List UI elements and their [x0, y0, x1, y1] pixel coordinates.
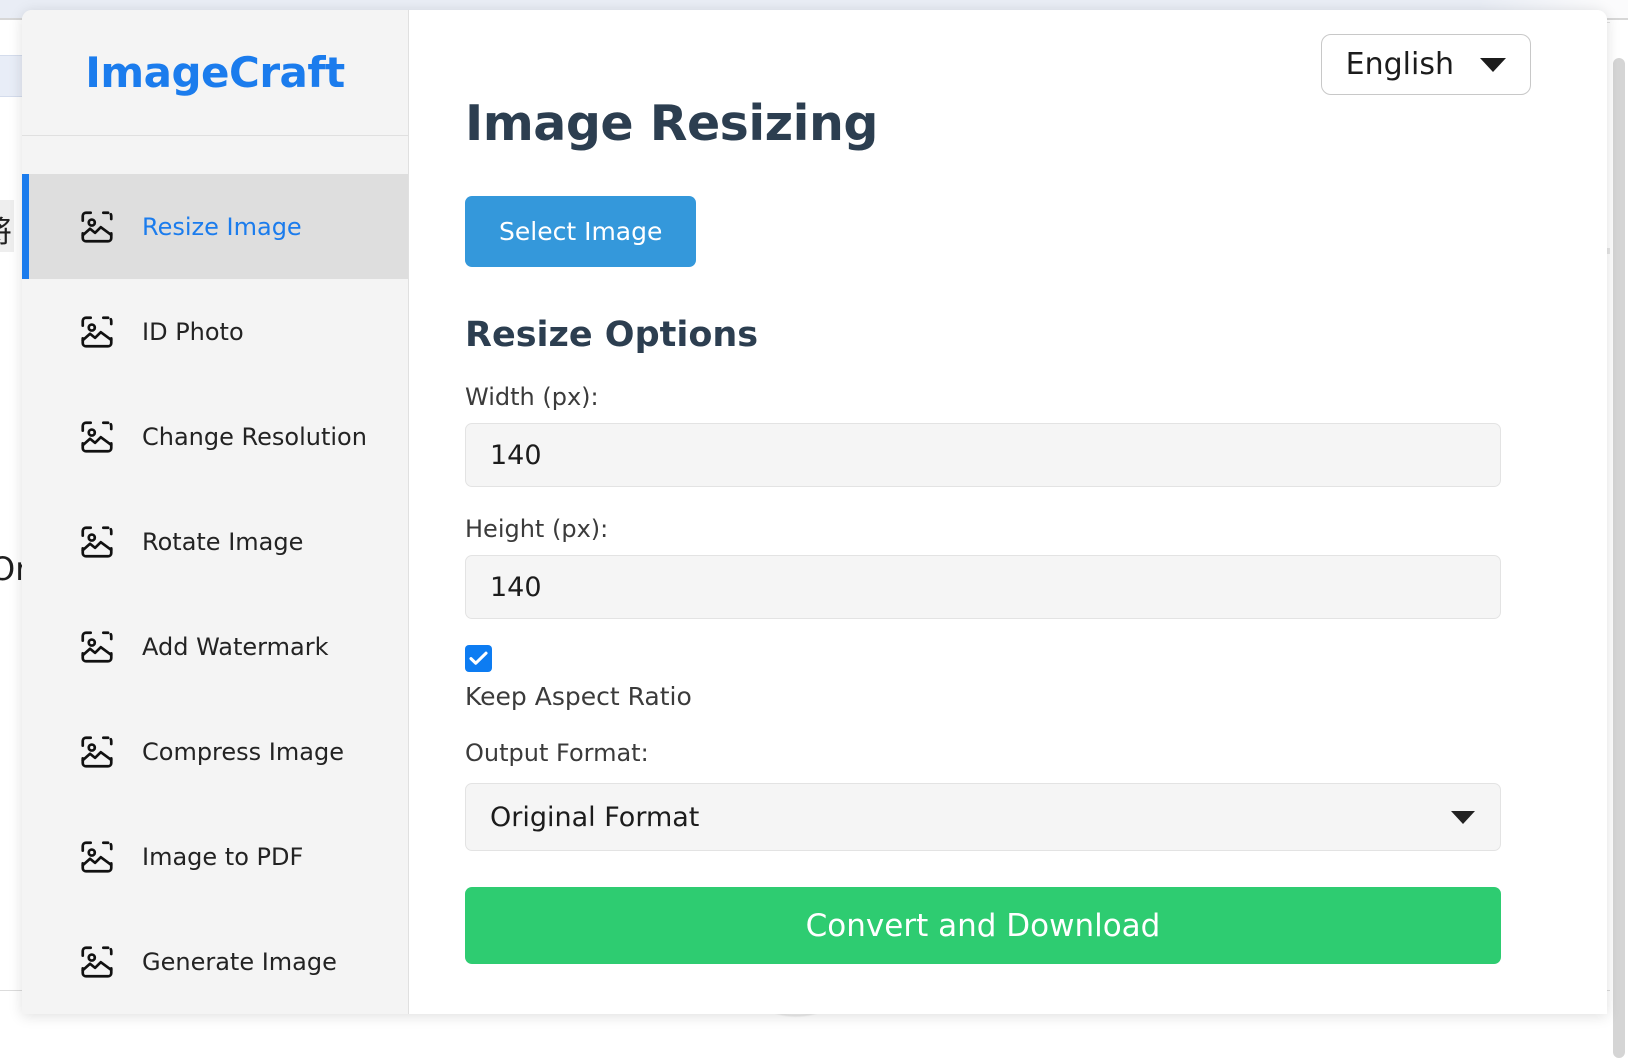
width-label: Width (px):	[465, 383, 1559, 411]
sidebar-item-resize-image[interactable]: Resize Image	[22, 174, 408, 279]
sidebar-item-rotate-image[interactable]: Rotate Image	[22, 489, 408, 594]
chevron-down-icon	[1480, 58, 1506, 72]
image-icon	[78, 208, 116, 246]
sidebar-item-label: Generate Image	[142, 948, 337, 976]
output-format-label: Output Format:	[465, 739, 1559, 767]
convert-and-download-button[interactable]: Convert and Download	[465, 887, 1501, 964]
image-icon	[78, 628, 116, 666]
width-input[interactable]	[465, 423, 1501, 487]
page-title: Image Resizing	[465, 95, 1559, 152]
sidebar-item-change-resolution[interactable]: Change Resolution	[22, 384, 408, 489]
sidebar-item-label: ID Photo	[142, 318, 244, 346]
page-scrollbar[interactable]	[1610, 20, 1628, 1028]
sidebar-item-label: Compress Image	[142, 738, 344, 766]
image-icon	[78, 733, 116, 771]
output-format-select-wrapper: Original Format	[465, 783, 1501, 851]
sidebar-item-image-to-pdf[interactable]: Image to PDF	[22, 804, 408, 909]
height-label: Height (px):	[465, 515, 1559, 543]
sidebar-nav: Resize Image ID Photo	[22, 136, 408, 1014]
sidebar-item-label: Resize Image	[142, 213, 302, 241]
output-format-select[interactable]: Original Format	[465, 783, 1501, 851]
sidebar-item-label: Change Resolution	[142, 423, 367, 451]
sidebar-item-label: Image to PDF	[142, 843, 303, 871]
sidebar: ImageCraft Resize Image	[22, 10, 409, 1014]
sidebar-item-label: Rotate Image	[142, 528, 303, 556]
image-icon	[78, 523, 116, 561]
keep-aspect-ratio-checkbox[interactable]	[465, 645, 492, 672]
select-image-button[interactable]: Select Image	[465, 196, 696, 267]
language-selector-value: English	[1346, 47, 1454, 82]
page-scrollbar-thumb[interactable]	[1613, 58, 1625, 1058]
image-icon	[78, 838, 116, 876]
keep-aspect-ratio-label: Keep Aspect Ratio	[465, 682, 1559, 711]
image-icon	[78, 313, 116, 351]
sidebar-item-add-watermark[interactable]: Add Watermark	[22, 594, 408, 699]
keep-aspect-ratio-row[interactable]: Keep Aspect Ratio	[465, 645, 1559, 711]
sidebar-item-id-photo[interactable]: ID Photo	[22, 279, 408, 384]
image-icon	[78, 418, 116, 456]
sidebar-item-label: Add Watermark	[142, 633, 328, 661]
sidebar-item-compress-image[interactable]: Compress Image	[22, 699, 408, 804]
check-icon	[469, 650, 488, 667]
main-content: English Image Resizing Select Image Resi…	[409, 10, 1607, 1014]
resize-options-heading: Resize Options	[465, 315, 1559, 355]
brand-title: ImageCraft	[85, 48, 345, 97]
background-text-fragment-cjk: 将	[0, 218, 12, 248]
brand-header: ImageCraft	[22, 10, 408, 136]
language-selector[interactable]: English	[1321, 34, 1531, 95]
height-input[interactable]	[465, 555, 1501, 619]
app-card: ImageCraft Resize Image	[22, 10, 1607, 1014]
sidebar-item-generate-image[interactable]: Generate Image	[22, 909, 408, 1014]
image-icon	[78, 943, 116, 981]
